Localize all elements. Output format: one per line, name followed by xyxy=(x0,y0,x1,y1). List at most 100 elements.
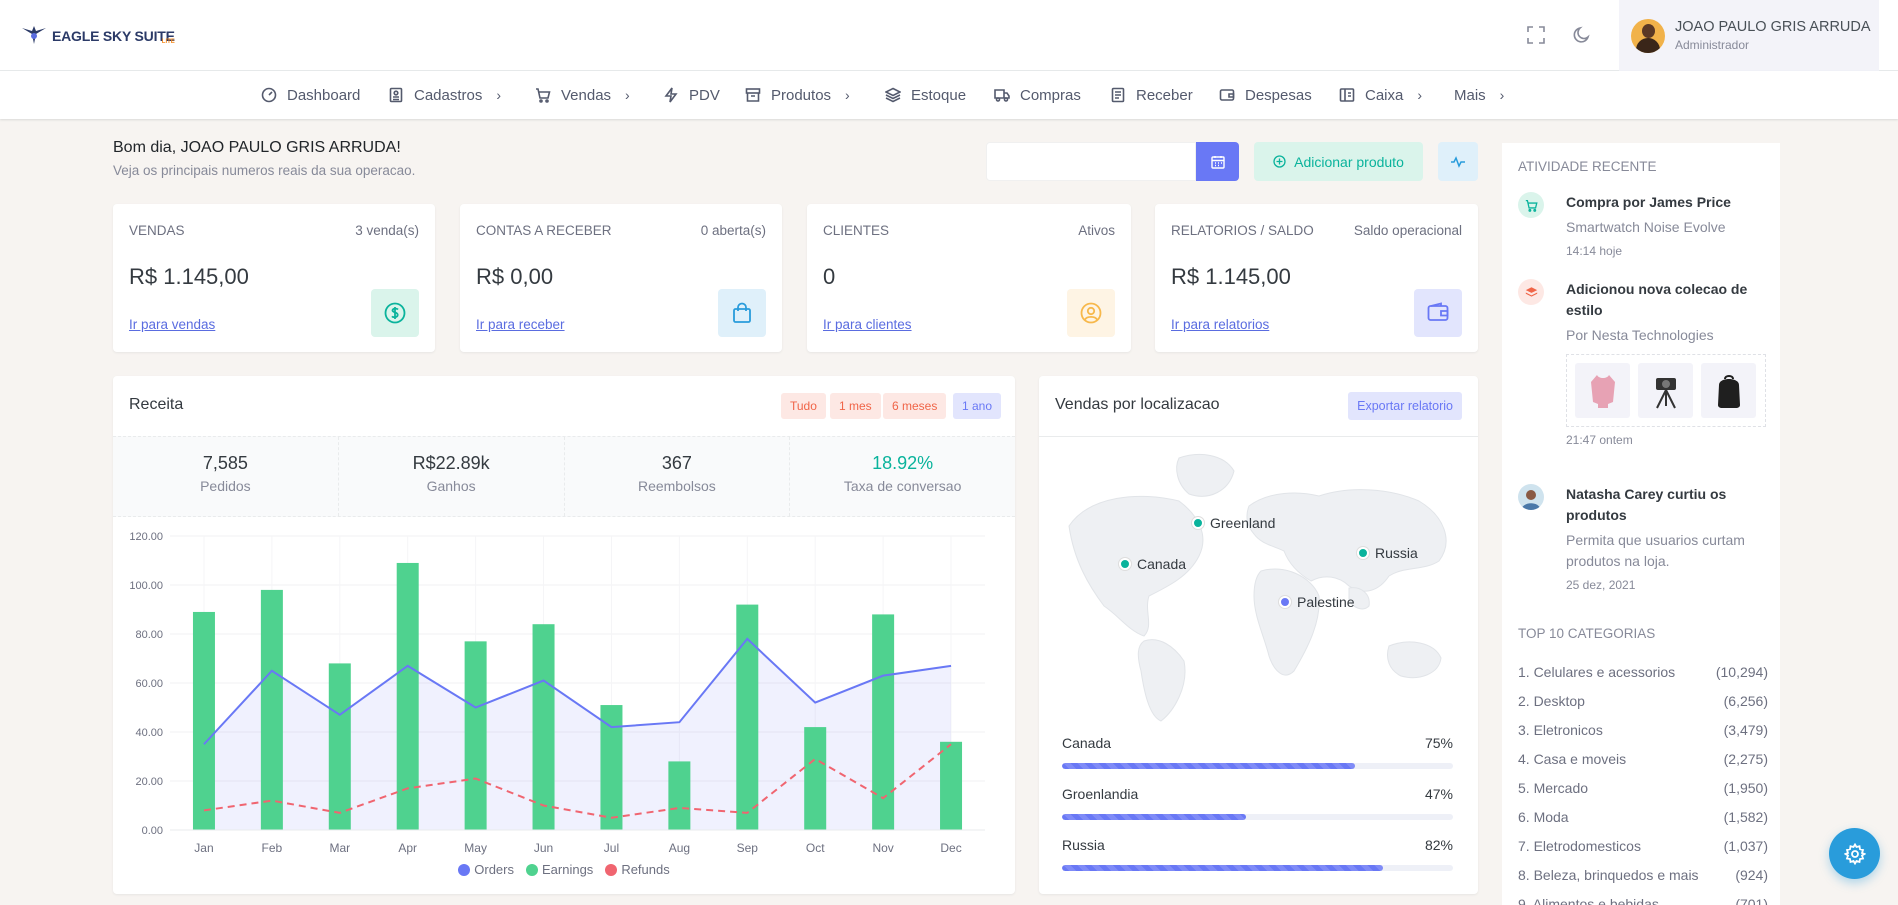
legend-orders[interactable]: Orders xyxy=(458,862,514,877)
thumbnail[interactable] xyxy=(1701,363,1756,418)
activity-item[interactable]: Natasha Carey curtiu os produtos Permita… xyxy=(1518,484,1768,592)
category-item[interactable]: 3. Eletronicos (3,479) xyxy=(1518,722,1768,738)
kpi-icon-box xyxy=(718,289,766,337)
world-map xyxy=(1068,453,1447,722)
activity-heading: ATIVIDADE RECENTE xyxy=(1518,159,1657,174)
activity-item[interactable]: Compra por James Price Smartwatch Noise … xyxy=(1518,192,1768,258)
kpi-card-vendas: VENDAS 3 venda(s) R$ 1.145,00 Ir para ve… xyxy=(113,204,435,352)
activity-bubble xyxy=(1518,279,1544,305)
revenue-chart: 0.00 20.00 40.00 60.00 80.00 100.00 120.00 Jan F… xyxy=(113,518,1015,861)
nav-caixa[interactable]: Caixa › xyxy=(1339,71,1422,119)
bar-earnings xyxy=(260,589,283,830)
stat-conversion: 18.92% Taxa de conversao xyxy=(843,453,962,494)
bar-earnings xyxy=(192,611,215,830)
brand-logo[interactable]: EAGLE SKY SUITE LITE xyxy=(20,24,175,48)
map-marker-greenland[interactable]: Greenland xyxy=(1192,515,1275,531)
y-tick-label: 100.00 xyxy=(129,580,163,592)
cart-icon xyxy=(1525,199,1538,212)
user-role: Administrador xyxy=(1675,38,1750,52)
calendar-button[interactable] xyxy=(1196,142,1239,181)
category-item[interactable]: 4. Casa e moveis (2,275) xyxy=(1518,751,1768,767)
cash-register-icon xyxy=(1339,88,1355,102)
activity-button[interactable] xyxy=(1438,142,1478,181)
nav-cadastros[interactable]: Cadastros › xyxy=(388,71,501,119)
x-tick-label: Aug xyxy=(669,841,690,855)
sweater-icon xyxy=(1590,374,1615,408)
fullscreen-icon xyxy=(1527,26,1545,44)
nav-vendas[interactable]: Vendas › xyxy=(535,71,630,119)
map-marker-canada[interactable]: Canada xyxy=(1119,556,1186,572)
filter-1-month[interactable]: 1 mes xyxy=(830,393,881,419)
stat-earnings: R$22.89k Ganhos xyxy=(339,437,565,516)
nav-estoque[interactable]: Estoque xyxy=(885,71,966,119)
top-header: EAGLE SKY SUITE LITE JOAO PAULO GRIS ARR… xyxy=(0,0,1898,71)
x-tick-label: May xyxy=(464,841,487,855)
map-marker-palestine[interactable]: Palestine xyxy=(1279,594,1355,610)
category-item[interactable]: 7. Eletrodomesticos (1,037) xyxy=(1518,838,1768,854)
user-profile[interactable]: JOAO PAULO GRIS ARRUDA Administrador xyxy=(1619,0,1879,71)
main-nav: Dashboard Cadastros › Vendas › PDV Produto… xyxy=(0,71,1898,119)
nav-despesas[interactable]: Despesas xyxy=(1219,71,1312,119)
kpi-link-clientes[interactable]: Ir para clientes xyxy=(823,317,912,332)
thumbnail[interactable] xyxy=(1638,363,1693,418)
activity-bubble xyxy=(1518,192,1544,218)
category-item[interactable]: 8. Beleza, brinquedos e mais (924) xyxy=(1518,867,1768,883)
x-tick-label: Jul xyxy=(604,841,619,855)
x-tick-label: Feb xyxy=(262,841,283,855)
activity-item[interactable]: Adicionou nova colecao de estilo Por Nes… xyxy=(1518,279,1768,447)
y-tick-label: 80.00 xyxy=(135,629,163,641)
brand-name: EAGLE SKY SUITE xyxy=(52,28,175,44)
eagle-icon xyxy=(22,26,46,44)
add-circle-icon xyxy=(1273,155,1286,168)
filter-all[interactable]: Tudo xyxy=(781,393,826,419)
user-name: JOAO PAULO GRIS ARRUDA xyxy=(1675,19,1871,35)
truck-icon xyxy=(994,89,1010,102)
category-item[interactable]: 6. Moda (1,582) xyxy=(1518,809,1768,825)
filter-6-months[interactable]: 6 meses xyxy=(883,393,947,419)
export-report-button[interactable]: Exportar relatorio xyxy=(1348,392,1462,420)
location-bar-canada: Canada 75% xyxy=(1062,735,1453,769)
user-circle-icon xyxy=(1080,302,1102,324)
kpi-link-receber[interactable]: Ir para receber xyxy=(476,317,565,332)
nav-receber[interactable]: Receber xyxy=(1110,71,1193,119)
nav-mais[interactable]: Mais › xyxy=(1454,71,1504,119)
revenue-title: Receita xyxy=(129,396,184,413)
x-tick-label: Mar xyxy=(329,841,350,855)
cart-icon xyxy=(536,88,551,103)
kpi-value: R$ 1.145,00 xyxy=(129,264,249,289)
categories-heading: TOP 10 CATEGORIAS xyxy=(1518,626,1656,641)
nav-dashboard[interactable]: Dashboard xyxy=(261,71,360,119)
x-tick-label: Sep xyxy=(737,841,759,855)
layers-icon xyxy=(885,87,901,103)
brand-edition: LITE xyxy=(161,39,175,45)
dashboard-icon xyxy=(261,87,277,103)
legend-refunds[interactable]: Refunds xyxy=(605,862,670,877)
calendar-icon xyxy=(1210,155,1225,169)
bar-earnings xyxy=(532,624,555,830)
fullscreen-button[interactable] xyxy=(1523,22,1549,48)
category-item[interactable]: 1. Celulares e acessorios (10,294) xyxy=(1518,664,1768,680)
dark-mode-button[interactable] xyxy=(1569,22,1595,48)
kpi-link-vendas[interactable]: Ir para vendas xyxy=(129,317,215,332)
archive-icon xyxy=(745,88,761,102)
filter-1-year[interactable]: 1 ano xyxy=(953,393,1002,419)
add-product-button[interactable]: Adicionar produto xyxy=(1254,142,1423,181)
nav-pdv[interactable]: PDV xyxy=(663,71,720,119)
gear-icon xyxy=(1843,842,1866,865)
nav-compras[interactable]: Compras xyxy=(994,71,1081,119)
category-item[interactable]: 2. Desktop (6,256) xyxy=(1518,693,1768,709)
x-tick-label: Nov xyxy=(872,841,893,855)
nav-produtos[interactable]: Produtos › xyxy=(745,71,850,119)
settings-button[interactable] xyxy=(1829,828,1880,879)
category-item[interactable]: 9. Alimentos e bebidas (701) xyxy=(1518,896,1768,905)
wallet-icon xyxy=(1219,89,1235,101)
map-marker-russia[interactable]: Russia xyxy=(1357,545,1418,561)
activity-avatar xyxy=(1518,484,1544,510)
category-item[interactable]: 5. Mercado (1,950) xyxy=(1518,780,1768,796)
kpi-link-relatorios[interactable]: Ir para relatorios xyxy=(1171,317,1269,332)
collection-thumbnails xyxy=(1566,354,1766,427)
date-range-input[interactable] xyxy=(986,142,1196,181)
thumbnail[interactable] xyxy=(1575,363,1630,418)
legend-earnings[interactable]: Earnings xyxy=(526,862,593,877)
greeting: Bom dia, JOAO PAULO GRIS ARRUDA! Veja os… xyxy=(113,139,415,178)
